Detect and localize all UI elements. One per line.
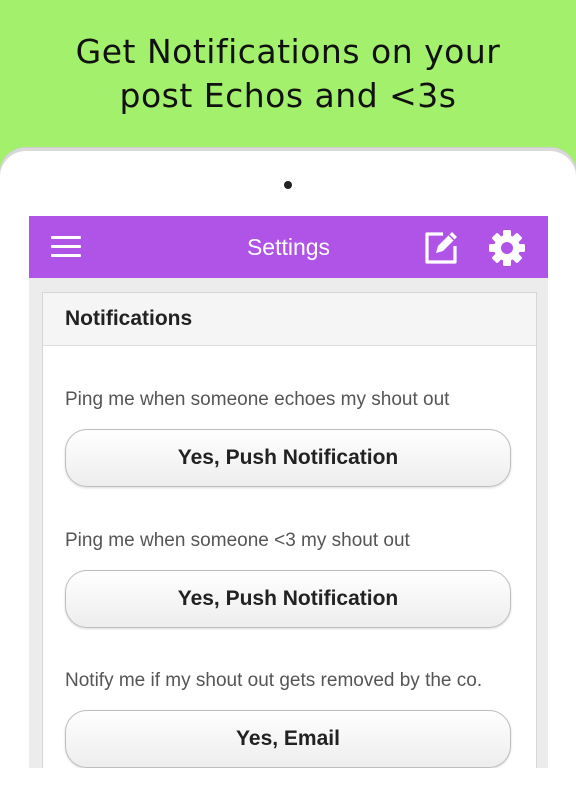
edit-icon[interactable] [421,228,461,268]
echo-notification-button[interactable]: Yes, Push Notification [65,429,511,487]
app-screen: Settings Notifications Ping me when some… [29,216,548,768]
notifications-panel: Notifications Ping me when someone echoe… [42,292,537,768]
camera-icon [284,181,292,189]
removed-notification-button[interactable]: Yes, Email [65,710,511,768]
gear-icon[interactable] [487,228,527,268]
heart-notification-button[interactable]: Yes, Push Notification [65,570,511,628]
panel-header: Notifications [43,293,536,346]
setting-label: Notify me if my shout out gets removed b… [65,670,483,691]
promo-line-1: Get Notifications on your [75,32,501,71]
promo-line-2: post Echos and <3s [119,76,457,115]
promo-headline: Get Notifications on your post Echos and… [0,30,576,118]
page-title: Settings [246,234,331,260]
setting-label: Ping me when someone <3 my shout out [65,530,410,551]
app-bar: Settings [29,216,548,278]
setting-label: Ping me when someone echoes my shout out [65,389,450,410]
